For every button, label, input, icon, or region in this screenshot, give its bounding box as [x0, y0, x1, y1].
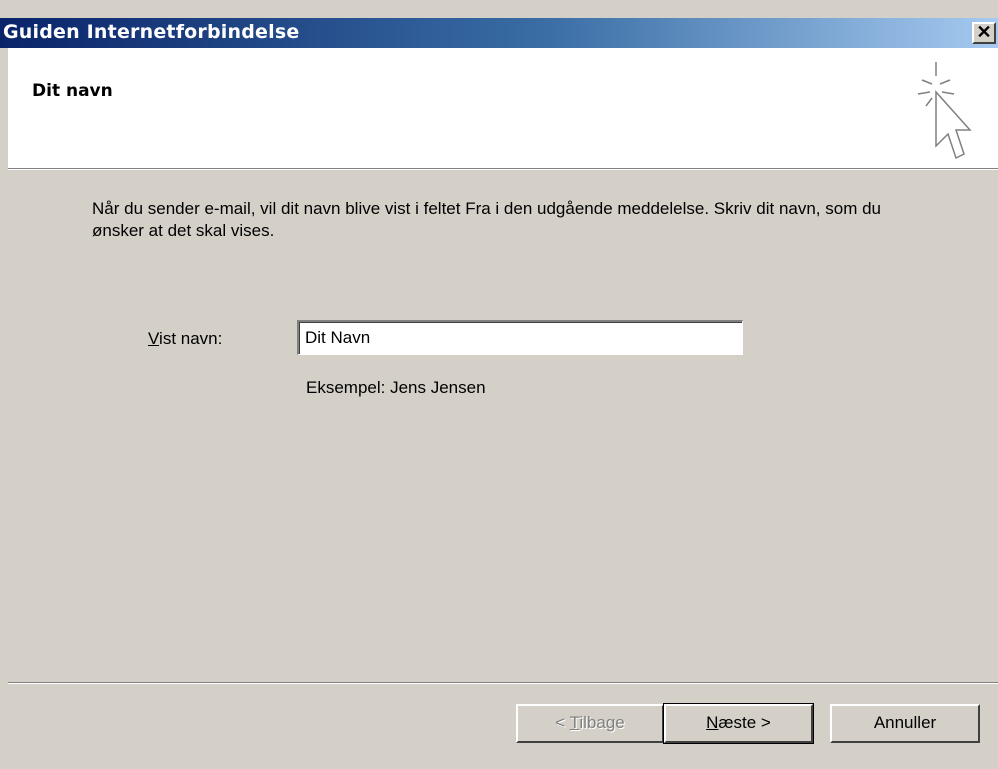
cancel-label: Annuller: [873, 713, 937, 732]
wizard-window: Guiden Internetforbindelse ✕ Dit navn Nå…: [0, 0, 998, 769]
back-button[interactable]: < Tilbage: [516, 704, 664, 743]
next-access-key: N: [706, 713, 719, 732]
page-title: Dit navn: [32, 81, 113, 101]
display-name-label: Vist navn:: [148, 329, 222, 349]
close-icon: ✕: [976, 22, 992, 42]
back-prefix: <: [555, 713, 570, 732]
footer-separator: [8, 682, 998, 684]
label-text: ist navn:: [159, 329, 223, 348]
back-label: ilbage: [579, 713, 625, 732]
back-access-key: T: [569, 713, 580, 732]
cancel-button[interactable]: Annuller: [830, 704, 980, 743]
next-button[interactable]: Næste >: [663, 703, 814, 744]
display-name-input[interactable]: [297, 320, 743, 355]
next-label: æste >: [718, 713, 771, 732]
example-text: Eksempel: Jens Jensen: [306, 378, 486, 397]
window-title: Guiden Internetforbindelse: [3, 21, 300, 43]
label-access-key: V: [148, 329, 160, 348]
close-button[interactable]: ✕: [972, 22, 996, 44]
instruction-text: Når du sender e-mail, vil dit navn blive…: [92, 199, 882, 240]
title-bar[interactable]: Guiden Internetforbindelse ✕: [0, 18, 998, 48]
wizard-header: Dit navn: [8, 48, 998, 168]
header-separator: [8, 168, 998, 170]
wizard-cursor-icon: [917, 62, 972, 160]
